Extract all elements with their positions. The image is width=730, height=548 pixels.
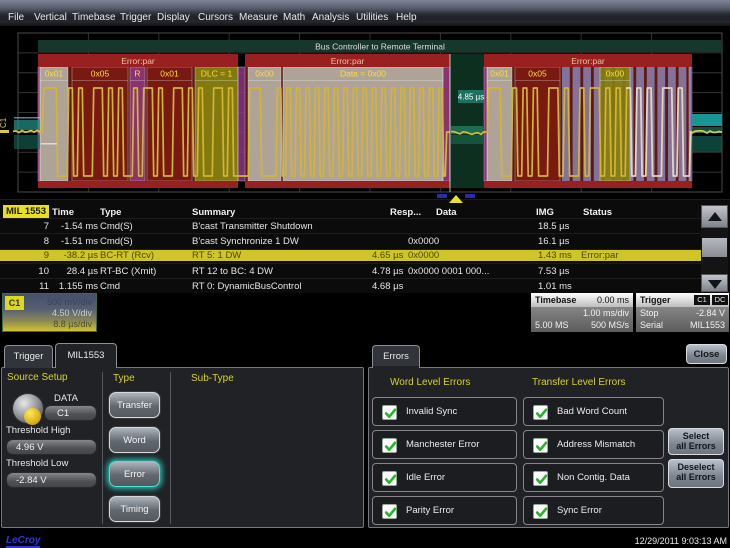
svg-text:4.85 µs: 4.85 µs	[458, 93, 484, 102]
svg-text:Error:par: Error:par	[121, 56, 155, 66]
svg-text:0x05: 0x05	[91, 69, 110, 79]
svg-text:R: R	[134, 69, 140, 79]
svg-text:Bus Controller to Remote Termi: Bus Controller to Remote Terminal	[315, 42, 445, 52]
svg-text:Error:par: Error:par	[571, 56, 605, 66]
svg-text:DLC = 1: DLC = 1	[201, 69, 233, 79]
svg-text:0x01: 0x01	[45, 69, 64, 79]
svg-text:0x01: 0x01	[160, 69, 179, 79]
svg-text:Error:par: Error:par	[331, 56, 365, 66]
svg-text:0x00: 0x00	[255, 69, 274, 79]
svg-text:0x01: 0x01	[490, 69, 509, 79]
svg-text:0x05: 0x05	[528, 69, 547, 79]
svg-text:C1: C1	[0, 117, 8, 128]
svg-text:Data = 0x00: Data = 0x00	[340, 69, 386, 79]
svg-text:0x00: 0x00	[606, 69, 625, 79]
